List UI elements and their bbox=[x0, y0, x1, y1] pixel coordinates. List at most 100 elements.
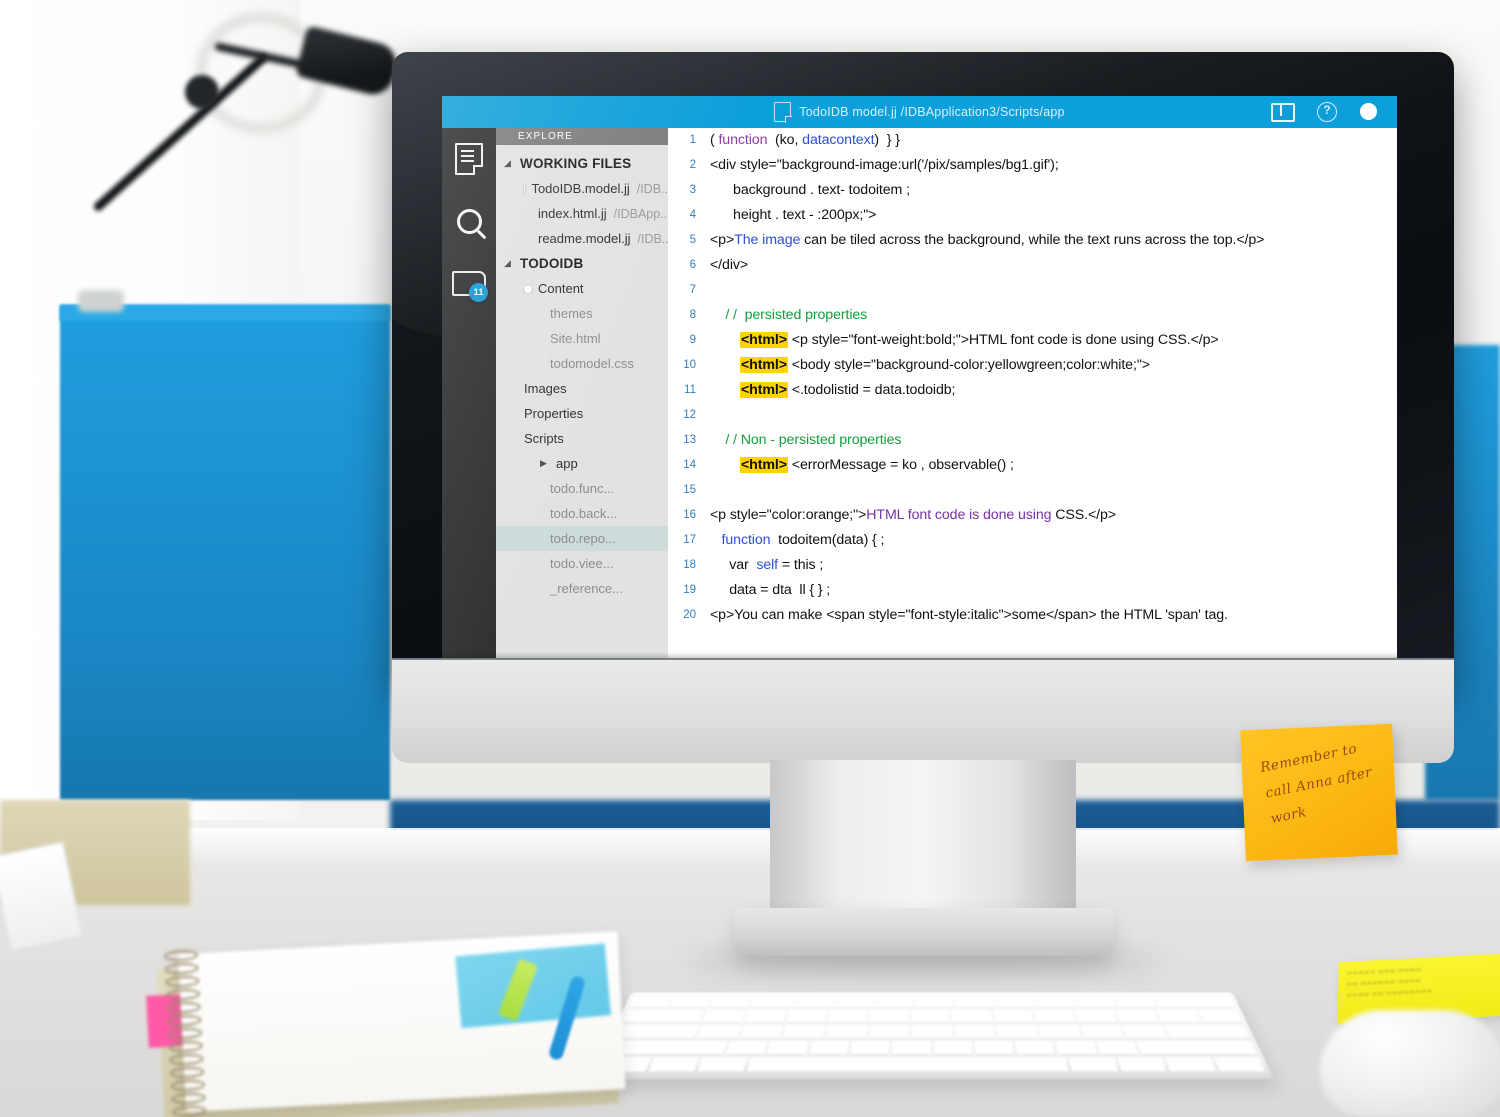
tree-group-todoidb[interactable]: ◢ TODOIDB bbox=[496, 251, 668, 276]
tree-group-label: TODOIDB bbox=[520, 256, 583, 271]
chevron-down-icon: ◢ bbox=[504, 158, 514, 169]
sticky-note-yellow-text: ~~~~~ ~~~ ~~~~ ~~ ~~~~~~ ~~~~ ~~~~ ~~ ~~~~… bbox=[1346, 961, 1496, 1002]
keyboard-key bbox=[786, 1010, 827, 1023]
keyboard-key bbox=[1123, 1025, 1167, 1038]
tree-item-label: Content bbox=[538, 281, 584, 296]
code-token: todoitem(data) { ; bbox=[770, 532, 884, 548]
code-token: height . text - :200px;"> bbox=[710, 207, 876, 223]
code-token: ) } } bbox=[874, 132, 899, 148]
tree-item[interactable]: TodoIDB.model.jj/IDB.. bbox=[496, 176, 668, 201]
keyboard-key bbox=[1034, 1010, 1075, 1023]
spiral-ring bbox=[168, 1027, 203, 1040]
html-tag-highlight: <html> bbox=[740, 382, 788, 398]
line-number: 2 bbox=[668, 153, 710, 178]
line-number: 4 bbox=[668, 203, 710, 228]
html-tag-highlight: <html> bbox=[740, 357, 788, 373]
tree-item[interactable]: todo.back... bbox=[496, 501, 668, 526]
line-number: 1 bbox=[668, 128, 710, 153]
tree-item-label: todo.repo... bbox=[550, 531, 616, 546]
tree-item-label: readme.model.jj bbox=[538, 231, 631, 246]
tree-group-working-files[interactable]: ◢ WORKING FILES bbox=[496, 151, 668, 176]
code-token: <p style="font-weight:bold;">HTML font c… bbox=[788, 332, 1219, 348]
code-text: height . text - :200px;"> bbox=[710, 203, 876, 228]
code-token: The image bbox=[734, 232, 800, 248]
sticky-note-orange: Remember to call Anna after work bbox=[1240, 724, 1398, 862]
settings-gear-icon[interactable] bbox=[1359, 102, 1379, 122]
code-line: 1( function (ko, datacontext) } } bbox=[668, 128, 1397, 153]
lamp-base bbox=[78, 290, 124, 312]
tree-item-label: Site.html bbox=[550, 331, 601, 346]
tree-item[interactable]: themes bbox=[496, 301, 668, 326]
code-text: </div> bbox=[710, 253, 748, 278]
keyboard-key bbox=[710, 996, 751, 1008]
keyboard-key bbox=[911, 1010, 950, 1023]
keyboard-key bbox=[954, 1025, 994, 1038]
tree-item[interactable]: todomodel.css bbox=[496, 351, 668, 376]
code-token: <p> bbox=[710, 232, 734, 248]
tree-item[interactable]: Images bbox=[496, 376, 668, 401]
tree-group-label: WORKING FILES bbox=[520, 156, 631, 171]
tree-item[interactable]: Properties bbox=[496, 401, 668, 426]
keyboard-key bbox=[1198, 1010, 1242, 1023]
code-text: <html> <.todolistid = data.todoidb; bbox=[710, 378, 955, 403]
modified-dot-icon bbox=[524, 285, 532, 293]
code-line: 5 <p>The image can be tiled across the ba… bbox=[668, 228, 1397, 253]
tree-item[interactable]: Scripts bbox=[496, 426, 668, 451]
monitor-foot bbox=[735, 908, 1113, 956]
keyboard-row bbox=[622, 1010, 1242, 1023]
keyboard-key bbox=[792, 996, 832, 1008]
monitor: TodoIDB model.jj /IDBApplication3/Script… bbox=[392, 52, 1454, 692]
line-number: 15 bbox=[668, 478, 710, 503]
code-line: 18 var self = this ; bbox=[668, 553, 1397, 578]
keyboard-row bbox=[629, 996, 1235, 1008]
source-control-badge: 11 bbox=[469, 283, 488, 302]
code-token: <.todolistid = data.todoidb; bbox=[788, 382, 955, 398]
code-text: <p>The image can be tiled across the bac… bbox=[710, 228, 1264, 253]
code-text: function todoitem(data) { ; bbox=[710, 528, 884, 553]
code-token: / / persisted properties bbox=[710, 307, 867, 323]
keyboard-key bbox=[1165, 1058, 1216, 1073]
modified-dot-icon bbox=[524, 185, 525, 193]
line-number: 14 bbox=[668, 453, 710, 478]
screen: TodoIDB model.jj /IDBApplication3/Script… bbox=[442, 96, 1397, 682]
code-token: <p>You can make <span style="font-style:… bbox=[710, 607, 1228, 623]
code-text: data = dta ll { } ; bbox=[710, 578, 830, 603]
title-bar-actions: ? bbox=[1271, 102, 1379, 122]
activity-item-files[interactable] bbox=[442, 128, 496, 190]
tree-item[interactable]: readme.model.jj/IDB.. bbox=[496, 226, 668, 251]
split-pane-icon[interactable] bbox=[1271, 103, 1295, 122]
tree-item[interactable]: Site.html bbox=[496, 326, 668, 351]
code-editor[interactable]: 1 ( function (ko, datacontext) } } 2 <div s… bbox=[668, 128, 1397, 682]
tree-item-label: Images bbox=[524, 381, 567, 396]
keyboard bbox=[590, 992, 1275, 1079]
activity-item-search[interactable] bbox=[442, 190, 496, 252]
keyboard-key bbox=[670, 996, 712, 1008]
keyboard-key bbox=[725, 1041, 767, 1055]
code-token: var bbox=[710, 557, 756, 573]
help-icon[interactable]: ? bbox=[1317, 102, 1337, 122]
tree-item-label: Properties bbox=[524, 406, 583, 421]
code-token: datacontext bbox=[802, 132, 874, 148]
keyboard-key bbox=[993, 1010, 1033, 1023]
tree-item-label: todomodel.css bbox=[550, 356, 634, 371]
keyboard-key bbox=[1165, 1025, 1250, 1038]
tree-item[interactable]: index.html.jj/IDBApp.. bbox=[496, 201, 668, 226]
tree-item[interactable]: _reference... bbox=[496, 576, 668, 601]
tree-item[interactable]: ▶ app bbox=[496, 451, 668, 476]
keyboard-key bbox=[833, 996, 872, 1008]
activity-item-source-control[interactable]: 11 bbox=[442, 252, 496, 314]
html-tag-highlight: <html> bbox=[740, 457, 788, 473]
code-text: var self = this ; bbox=[710, 553, 823, 578]
chevron-right-icon: ▶ bbox=[540, 458, 550, 469]
code-token: data = dta ll { } ; bbox=[710, 582, 830, 598]
tree-item[interactable]: todo.viee... bbox=[496, 551, 668, 576]
code-line: 20 <p>You can make <span style="font-styl… bbox=[668, 603, 1397, 628]
tree-item[interactable]: todo.func... bbox=[496, 476, 668, 501]
explorer-header: EXPLORE bbox=[496, 128, 668, 145]
line-number: 9 bbox=[668, 328, 710, 353]
keyboard-key bbox=[746, 1058, 1068, 1073]
tree-item[interactable]: todo.repo... bbox=[496, 526, 668, 551]
code-token: </div> bbox=[710, 257, 748, 273]
monitor-neck bbox=[770, 760, 1076, 920]
tree-item[interactable]: Content bbox=[496, 276, 668, 301]
